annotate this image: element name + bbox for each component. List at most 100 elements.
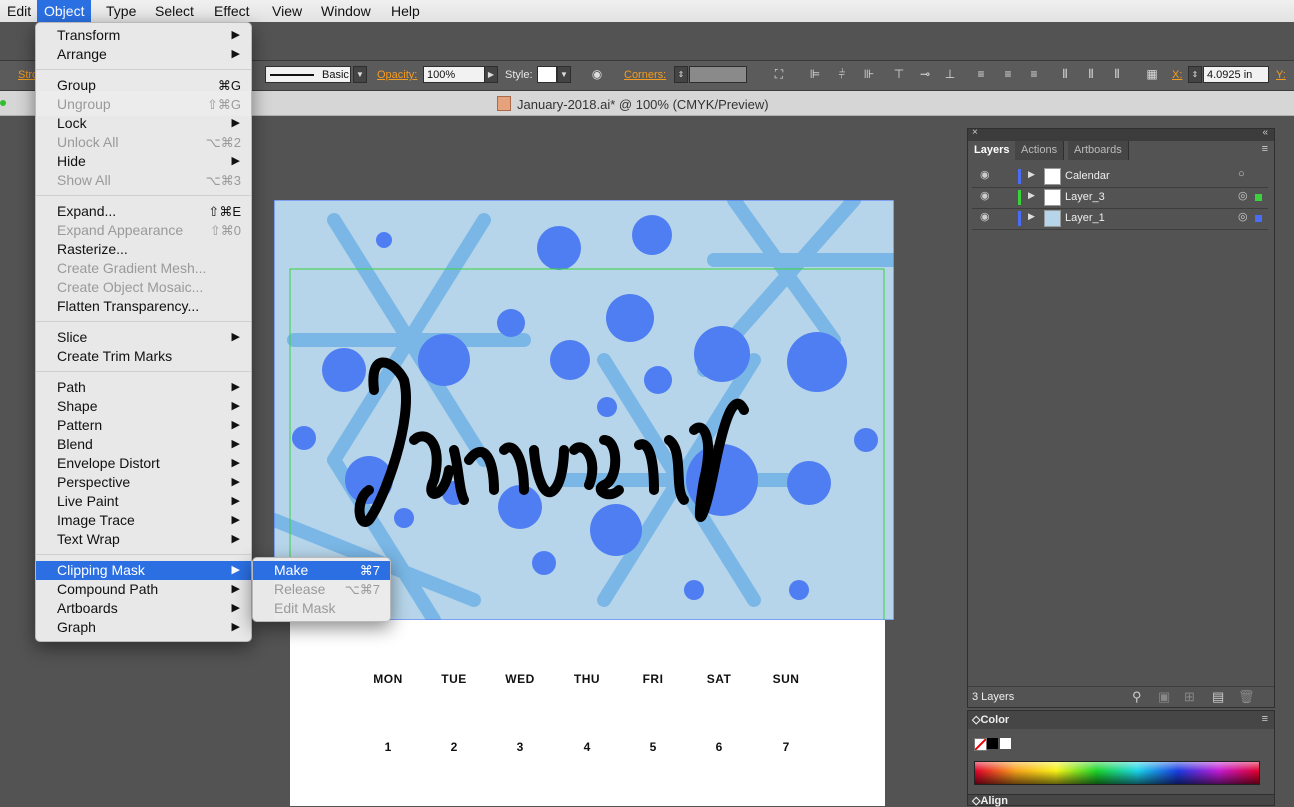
align-panel-header[interactable]: ◇Align (967, 794, 1275, 807)
menu-item-ungroup[interactable]: Ungroup ⇧⌘G (36, 95, 251, 114)
menu-item-clipping-mask[interactable]: Clipping Mask ▶ (36, 561, 251, 580)
menu-item-perspective[interactable]: Perspective ▶ (36, 473, 251, 492)
corners-label[interactable]: Corners: (624, 69, 666, 81)
target-circle-icon[interactable]: ○ (1238, 168, 1245, 180)
menu-item-blend[interactable]: Blend ▶ (36, 435, 251, 454)
tab-layers[interactable]: Layers (968, 141, 1017, 160)
selection-square-icon[interactable] (1255, 194, 1262, 201)
menu-item-create-object-mosaic[interactable]: Create Object Mosaic... (36, 278, 251, 297)
graphic-style-swatch[interactable] (537, 66, 557, 83)
menu-item-create-gradient-mesh[interactable]: Create Gradient Mesh... (36, 259, 251, 278)
opacity-label[interactable]: Opacity: (377, 69, 417, 81)
menu-help[interactable]: Help (384, 0, 427, 22)
layer-row-calendar[interactable]: ◉ ▶ Calendar ○ (972, 166, 1268, 188)
menu-item-slice[interactable]: Slice ▶ (36, 328, 251, 347)
layer-row-layer3[interactable]: ◉ ▶ Layer_3 ◎ (972, 187, 1268, 209)
menu-item-release[interactable]: Release ⌥⌘7 (253, 580, 390, 599)
tab-artboards[interactable]: Artboards (1068, 141, 1129, 160)
layer-row-layer1[interactable]: ◉ ▶ Layer_1 ◎ (972, 208, 1268, 230)
menu-item-envelope-distort[interactable]: Envelope Distort ▶ (36, 454, 251, 473)
align-middle-icon[interactable]: ⊸ (918, 67, 932, 81)
x-stepper[interactable]: ⇕ (1188, 66, 1202, 83)
x-label[interactable]: X: (1172, 69, 1182, 81)
menu-item-expand-appearance[interactable]: Expand Appearance ⇧⌘0 (36, 221, 251, 240)
color-spectrum[interactable] (974, 761, 1260, 785)
none-swatch[interactable] (974, 738, 987, 751)
menu-item-compound-path[interactable]: Compound Path ▶ (36, 580, 251, 599)
black-swatch[interactable] (987, 738, 998, 749)
target-circle-icon[interactable]: ◎ (1238, 189, 1248, 202)
menu-item-rasterize[interactable]: Rasterize... (36, 240, 251, 259)
corners-input[interactable] (689, 66, 747, 83)
menu-item-edit-mask[interactable]: Edit Mask (253, 599, 390, 618)
new-layer-icon[interactable]: ▤ (1212, 689, 1224, 705)
menu-item-hide[interactable]: Hide ▶ (36, 152, 251, 171)
visibility-eye-icon[interactable]: ◉ (980, 189, 990, 202)
panel-menu-icon[interactable]: ≡ (1262, 143, 1268, 155)
menu-effect[interactable]: Effect (207, 0, 257, 22)
panel-menu-icon[interactable]: ≡ (1262, 713, 1268, 725)
menu-item-make[interactable]: Make ⌘7 (253, 561, 390, 580)
corners-stepper[interactable]: ⇕ (674, 66, 688, 83)
distribute-right-icon[interactable]: ⫴ (1110, 67, 1124, 81)
tab-actions[interactable]: Actions (1015, 141, 1065, 160)
selection-square-icon[interactable] (1255, 215, 1262, 222)
menu-object[interactable]: Object (37, 0, 92, 22)
align-left-icon[interactable]: ⊫ (808, 67, 822, 81)
color-panel-header[interactable]: ◇Color ≡ (968, 711, 1274, 729)
y-label[interactable]: Y: (1276, 69, 1286, 81)
clipping-mask-icon[interactable]: ▣ (1158, 689, 1170, 705)
menu-select[interactable]: Select (148, 0, 201, 22)
align-top-icon[interactable]: ⊤ (892, 67, 906, 81)
menu-item-expand[interactable]: Expand... ⇧⌘E (36, 202, 251, 221)
collapse-panel-icon[interactable]: « (1262, 127, 1268, 138)
reference-point-icon[interactable]: ▦ (1142, 67, 1162, 81)
distribute-bottom-icon[interactable]: ≡ (1027, 67, 1041, 81)
menu-item-show-all[interactable]: Show All ⌥⌘3 (36, 171, 251, 190)
expand-triangle-icon[interactable]: ▶ (1028, 169, 1035, 180)
x-input[interactable]: 4.0925 in (1203, 66, 1269, 83)
distribute-middle-icon[interactable]: ≡ (1001, 67, 1015, 81)
menu-item-group[interactable]: Group ⌘G (36, 76, 251, 95)
document-tab[interactable]: January-2018.ai* @ 100% (CMYK/Preview) (497, 96, 769, 112)
align-right-icon[interactable]: ⊪ (862, 67, 876, 81)
visibility-eye-icon[interactable]: ◉ (980, 168, 990, 181)
menu-item-lock[interactable]: Lock ▶ (36, 114, 251, 133)
opacity-dropdown-arrow[interactable]: ▶ (484, 66, 498, 83)
menu-item-path[interactable]: Path ▶ (36, 378, 251, 397)
menu-window[interactable]: Window (314, 0, 378, 22)
isolate-icon[interactable]: ⛶ (767, 67, 791, 81)
new-sublayer-icon[interactable]: ⊞ (1184, 689, 1195, 705)
close-panel-icon[interactable]: × (972, 127, 978, 138)
menu-view[interactable]: View (265, 0, 309, 22)
distribute-center-icon[interactable]: ⫴ (1084, 67, 1098, 81)
expand-triangle-icon[interactable]: ▶ (1028, 190, 1035, 201)
menu-item-flatten-transparency[interactable]: Flatten Transparency... (36, 297, 251, 316)
menu-item-shape[interactable]: Shape ▶ (36, 397, 251, 416)
menu-item-artboards[interactable]: Artboards ▶ (36, 599, 251, 618)
white-swatch[interactable] (1000, 738, 1011, 749)
menu-item-text-wrap[interactable]: Text Wrap ▶ (36, 530, 251, 549)
opacity-input[interactable]: 100% (423, 66, 485, 83)
expand-triangle-icon[interactable]: ▶ (1028, 211, 1035, 222)
panel-title-bar[interactable]: × « (968, 127, 1274, 141)
menu-item-unlock-all[interactable]: Unlock All ⌥⌘2 (36, 133, 251, 152)
visibility-eye-icon[interactable]: ◉ (980, 210, 990, 223)
recolor-artwork-icon[interactable]: ◉ (590, 67, 604, 81)
distribute-top-icon[interactable]: ≡ (974, 67, 988, 81)
style-dropdown-arrow[interactable]: ▼ (557, 66, 571, 83)
menu-item-pattern[interactable]: Pattern ▶ (36, 416, 251, 435)
brush-definition-field[interactable]: Basic (265, 66, 351, 83)
menu-edit[interactable]: Edit (0, 0, 38, 22)
menu-item-arrange[interactable]: Arrange ▶ (36, 45, 251, 64)
align-center-icon[interactable]: ⫩ (835, 67, 849, 81)
delete-layer-icon[interactable]: 🗑 (1238, 689, 1255, 705)
brush-dropdown-arrow[interactable]: ▼ (353, 66, 367, 83)
menu-item-transform[interactable]: Transform ▶ (36, 26, 251, 45)
menu-item-create-trim-marks[interactable]: Create Trim Marks (36, 347, 251, 366)
menu-item-graph[interactable]: Graph ▶ (36, 618, 251, 637)
menu-item-image-trace[interactable]: Image Trace ▶ (36, 511, 251, 530)
locate-object-icon[interactable]: ⚲ (1132, 689, 1142, 705)
menu-item-live-paint[interactable]: Live Paint ▶ (36, 492, 251, 511)
menu-type[interactable]: Type (99, 0, 143, 22)
